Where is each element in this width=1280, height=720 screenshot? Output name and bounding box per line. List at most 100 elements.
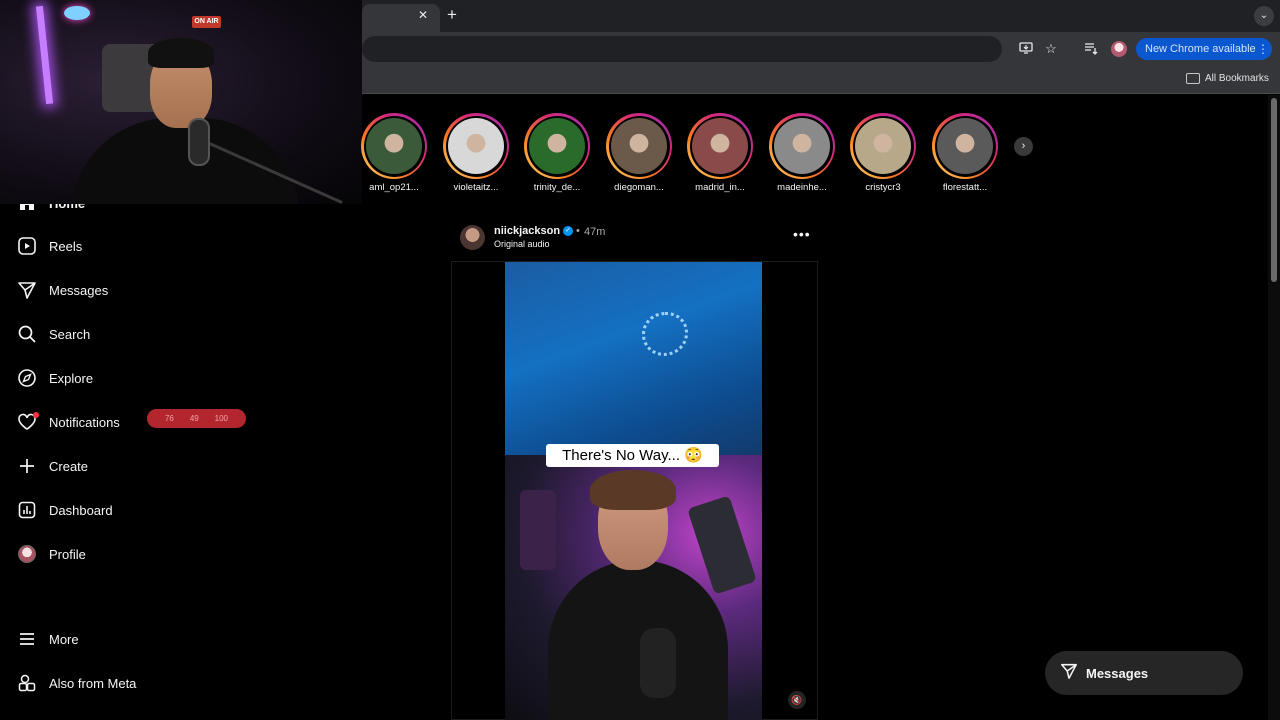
story-username: cristycr3 xyxy=(865,182,901,193)
floating-messages-label: Messages xyxy=(1086,665,1149,681)
story-ring-inner xyxy=(771,115,833,177)
sidebar-item-label: Search xyxy=(49,326,91,342)
new-tab-button[interactable]: + xyxy=(444,6,460,24)
sidebar-item-search[interactable]: Search xyxy=(16,319,256,349)
story-username: diegoman... xyxy=(614,182,664,193)
story-item[interactable]: trinity_de... xyxy=(524,113,594,193)
folder-icon[interactable] xyxy=(1186,73,1200,84)
search-icon xyxy=(16,323,38,345)
sidebar-item-label: Profile xyxy=(49,546,86,562)
story-avatar xyxy=(692,118,748,174)
story-avatar xyxy=(366,118,422,174)
post-username[interactable]: niickjackson xyxy=(494,225,560,237)
story-ring xyxy=(361,113,427,179)
sidebar-item-messages[interactable]: Messages xyxy=(16,275,256,305)
address-bar[interactable] xyxy=(362,36,1002,62)
meta-apps-icon xyxy=(16,672,38,694)
sidebar-item-label: Explore xyxy=(49,370,94,386)
story-item[interactable]: madeinhe... xyxy=(769,113,839,193)
story-username: violetaitz... xyxy=(453,182,499,193)
video-caption: There's No Way... 😳 xyxy=(546,444,719,467)
story-item[interactable]: florestatt... xyxy=(932,113,1002,193)
story-avatar xyxy=(611,118,667,174)
ocean-clip xyxy=(505,262,762,455)
story-item[interactable]: violetaitz... xyxy=(443,113,513,193)
sidebar-item-reels[interactable]: Reels xyxy=(16,231,256,261)
story-ring xyxy=(443,113,509,179)
notification-count-badge: 76 49 100 xyxy=(147,409,246,428)
post-separator: • xyxy=(576,225,580,237)
post-time[interactable]: 47m xyxy=(584,226,605,238)
sidebar-item-create[interactable]: Create xyxy=(16,451,256,481)
chrome-profile-avatar[interactable] xyxy=(1111,41,1127,57)
avatar xyxy=(18,545,36,563)
sidebar-item-explore[interactable]: Explore xyxy=(16,363,256,393)
tab-close-icon[interactable]: ✕ xyxy=(416,8,430,22)
story-ring-inner xyxy=(363,115,425,177)
sidebar-item-label: Create xyxy=(49,458,89,474)
sidebar-item-label: Messages xyxy=(49,282,109,298)
sidebar-item-more[interactable]: More xyxy=(16,624,256,654)
story-item[interactable]: diegoman... xyxy=(606,113,676,193)
story-ring xyxy=(850,113,916,179)
neon-light xyxy=(35,5,54,105)
microphone-icon xyxy=(640,628,676,698)
story-username: madrid_in... xyxy=(695,182,745,193)
chevron-right-icon[interactable]: › xyxy=(1014,137,1033,156)
story-item[interactable]: cristycr3 xyxy=(850,113,920,193)
story-ring xyxy=(687,113,753,179)
plus-icon xyxy=(16,455,38,477)
story-ring-inner xyxy=(445,115,507,177)
story-avatar xyxy=(529,118,585,174)
sidebar-item-label: Also from Meta xyxy=(49,675,137,691)
story-username: florestatt... xyxy=(942,182,988,193)
microphone-icon xyxy=(188,118,210,166)
mute-icon[interactable]: 🔇 xyxy=(788,691,806,709)
reels-icon xyxy=(16,235,38,257)
story-item[interactable]: aml_op21... xyxy=(361,113,431,193)
post-more-options-icon[interactable]: ••• xyxy=(793,227,810,243)
reading-list-icon[interactable] xyxy=(1083,41,1099,57)
creator-hair xyxy=(590,470,676,510)
story-ring-inner xyxy=(934,115,996,177)
story-ring-inner xyxy=(852,115,914,177)
menu-icon xyxy=(16,628,38,650)
sidebar-item-label: More xyxy=(49,631,79,647)
explore-icon xyxy=(16,367,38,389)
story-avatar xyxy=(937,118,993,174)
install-app-icon[interactable] xyxy=(1018,41,1034,57)
bookmark-star-icon[interactable]: ☆ xyxy=(1043,41,1059,57)
scrollbar-thumb[interactable] xyxy=(1271,98,1277,282)
post-author-avatar[interactable] xyxy=(460,225,485,250)
on-air-sign: ON AIR xyxy=(192,16,221,28)
story-ring xyxy=(524,113,590,179)
story-avatar xyxy=(774,118,830,174)
streamer-body xyxy=(70,118,300,204)
floating-messages-button[interactable]: Messages xyxy=(1045,651,1243,695)
story-ring-inner xyxy=(608,115,670,177)
story-ring xyxy=(932,113,998,179)
badge-count: 100 xyxy=(214,414,229,423)
story-item[interactable]: madrid_in... xyxy=(687,113,757,193)
badge-count: 76 xyxy=(164,414,174,423)
verified-badge-icon: ✓ xyxy=(563,226,573,236)
ufo-lamp-icon xyxy=(64,6,90,20)
dashboard-icon xyxy=(16,499,38,521)
messages-icon xyxy=(1060,662,1078,685)
all-bookmarks-link[interactable]: All Bookmarks xyxy=(1205,72,1269,85)
badge-count: 49 xyxy=(189,414,199,423)
story-ring-inner xyxy=(689,115,751,177)
story-username: madeinhe... xyxy=(777,182,827,193)
studio-light xyxy=(520,490,556,570)
messages-icon xyxy=(16,279,38,301)
new-chrome-available-button[interactable]: New Chrome available xyxy=(1136,38,1272,60)
sidebar-item-dashboard[interactable]: Dashboard xyxy=(16,495,256,525)
post-audio-link[interactable]: Original audio xyxy=(494,239,550,249)
webcam-overlay: ON AIR xyxy=(0,0,362,204)
sidebar-item-also-from-meta[interactable]: Also from Meta xyxy=(16,668,256,698)
story-username: trinity_de... xyxy=(533,182,581,193)
sidebar-item-profile[interactable]: Profile xyxy=(16,539,256,569)
story-ring-inner xyxy=(526,115,588,177)
tab-search-icon[interactable]: ⌄ xyxy=(1254,6,1274,26)
chrome-menu-icon[interactable]: ⋮ xyxy=(1257,38,1269,60)
